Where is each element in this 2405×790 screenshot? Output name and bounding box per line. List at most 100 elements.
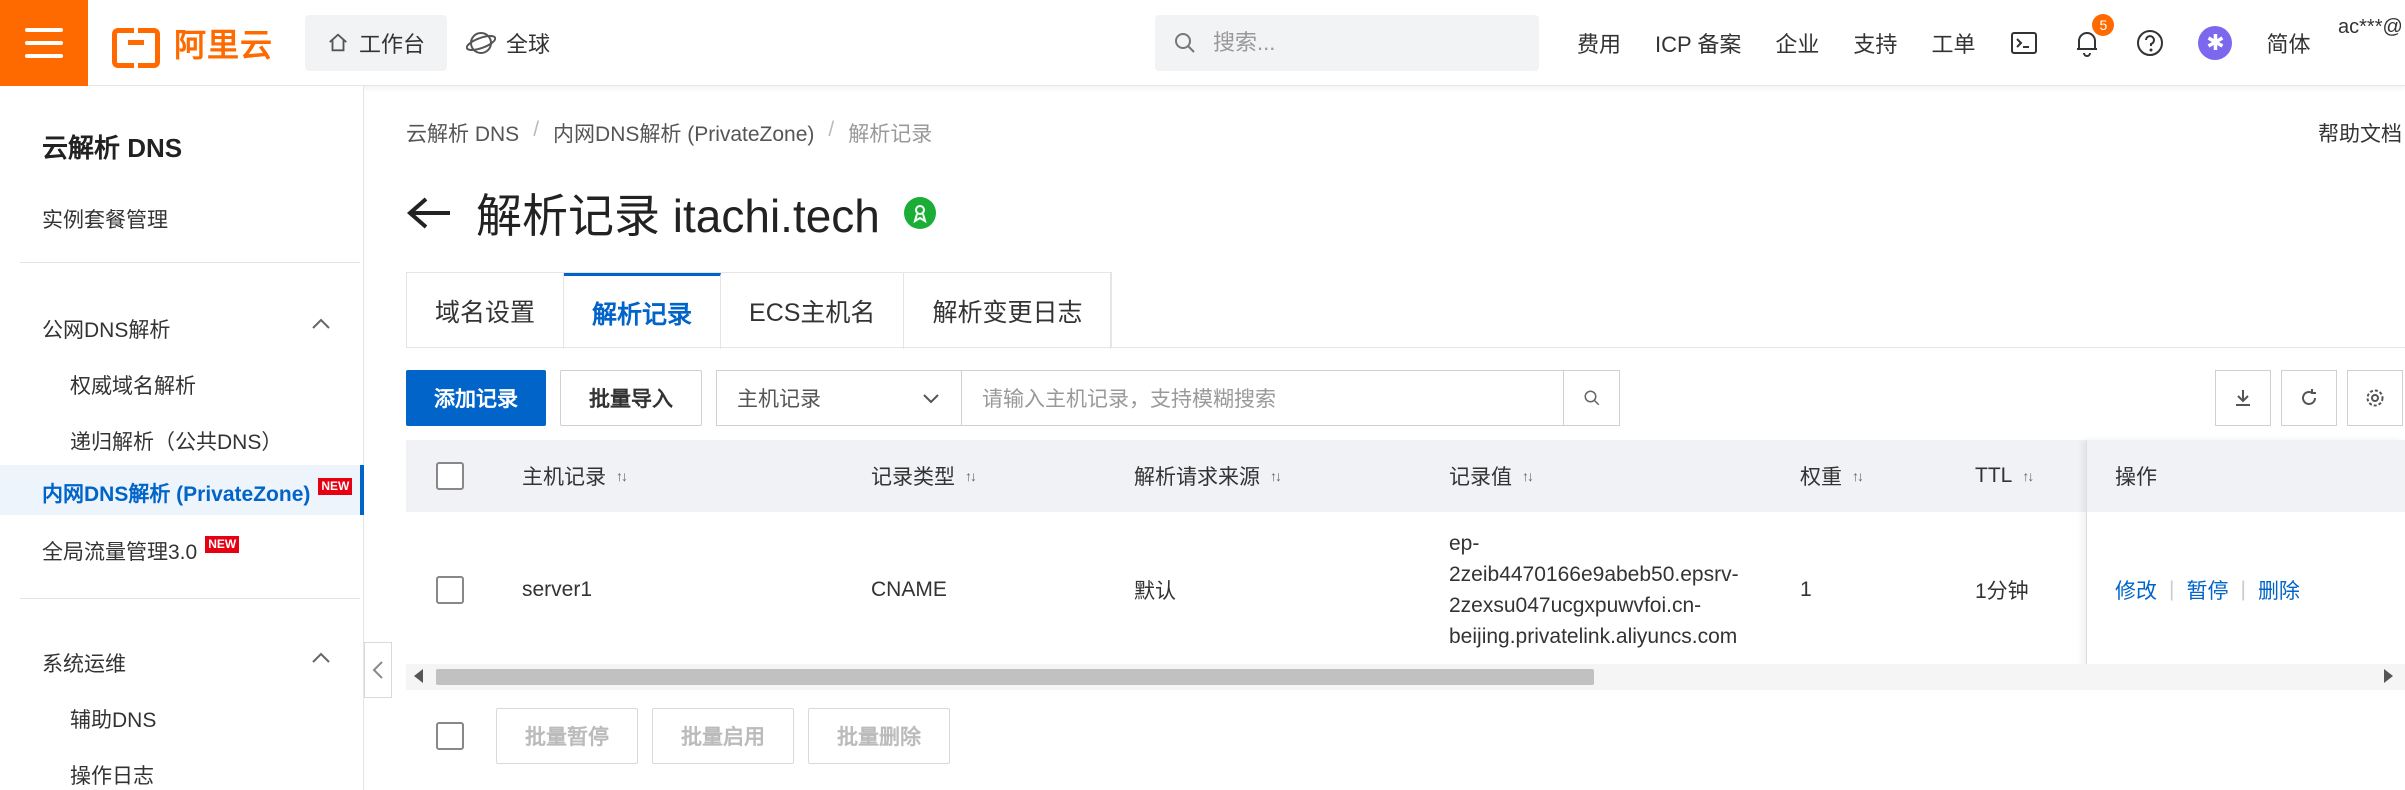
bulk-select-checkbox[interactable] bbox=[436, 722, 464, 750]
top-bar: 阿里云 工作台 全球 费用 ICP 备案 企业 支持 工单 5 ✱ 简体 ac*… bbox=[0, 0, 2405, 86]
tab-ecs-hostname[interactable]: ECS主机名 bbox=[721, 273, 905, 349]
sidebar-collapse-button[interactable] bbox=[364, 642, 392, 698]
account-name[interactable]: ac***@ bbox=[2338, 16, 2403, 39]
terminal-icon[interactable] bbox=[2009, 28, 2039, 58]
download-icon bbox=[2236, 390, 2250, 406]
new-badge: NEW bbox=[205, 536, 240, 553]
nav-fees[interactable]: 费用 bbox=[1577, 27, 1621, 59]
col-ttl[interactable]: TTL ↑↓ bbox=[1975, 440, 2034, 512]
sort-icon: ↑↓ bbox=[1852, 468, 1864, 484]
status-badge-icon bbox=[903, 197, 936, 229]
sidebar-item-authoritative[interactable]: 权威域名解析 bbox=[70, 370, 196, 400]
row-actions: 修改 | 暂停 | 删除 bbox=[2115, 512, 2300, 668]
download-button[interactable] bbox=[2215, 370, 2271, 426]
col-weight[interactable]: 权重 ↑↓ bbox=[1800, 440, 1864, 512]
globe-icon bbox=[466, 32, 496, 54]
notification-badge: 5 bbox=[2092, 14, 2115, 36]
sidebar-divider bbox=[20, 598, 360, 599]
sidebar-group-public-dns[interactable]: 公网DNS解析 bbox=[42, 314, 332, 344]
search-icon bbox=[1584, 390, 1599, 406]
horizontal-scrollbar[interactable] bbox=[406, 664, 2405, 690]
sidebar-item-gtm[interactable]: 全局流量管理3.0 NEW bbox=[42, 536, 240, 566]
scroll-left-arrow-icon[interactable] bbox=[414, 669, 423, 683]
global-search[interactable] bbox=[1155, 15, 1539, 71]
scroll-right-arrow-icon[interactable] bbox=[2384, 669, 2393, 683]
chevron-up-icon bbox=[312, 652, 330, 663]
notification-bell-icon[interactable]: 5 bbox=[2072, 14, 2115, 58]
value-line: 2zexsu047ucgxpuwvfoi.cn- bbox=[1449, 594, 1702, 617]
menu-icon[interactable] bbox=[0, 0, 88, 86]
col-type[interactable]: 记录类型 ↑↓ bbox=[871, 440, 977, 512]
language-switch[interactable]: 简体 bbox=[2266, 27, 2310, 59]
scrollbar-thumb[interactable] bbox=[436, 669, 1594, 685]
search-input[interactable] bbox=[1211, 29, 1511, 57]
region-label: 全球 bbox=[506, 32, 551, 57]
refresh-button[interactable] bbox=[2281, 370, 2337, 426]
search-icon bbox=[1175, 33, 1195, 53]
sort-icon: ↑↓ bbox=[616, 468, 628, 484]
filter-type-select[interactable]: 主机记录 bbox=[716, 370, 962, 426]
col-value[interactable]: 记录值 ↑↓ bbox=[1449, 440, 1534, 512]
pause-link[interactable]: 暂停 bbox=[2186, 575, 2228, 605]
sidebar: 云解析 DNS 实例套餐管理 公网DNS解析 权威域名解析 递归解析（公共DNS… bbox=[0, 86, 364, 790]
tab-records[interactable]: 解析记录 bbox=[564, 273, 722, 349]
filter-type-value: 主机记录 bbox=[737, 388, 821, 411]
select-all-checkbox[interactable] bbox=[436, 462, 464, 490]
gear-icon bbox=[2366, 389, 2384, 407]
bulk-actions-bar: 批量暂停 批量启用 批量删除 bbox=[436, 708, 950, 764]
bulk-pause-button[interactable]: 批量暂停 bbox=[496, 708, 638, 764]
edit-link[interactable]: 修改 bbox=[2115, 575, 2157, 605]
help-circle-icon[interactable] bbox=[2135, 28, 2165, 58]
add-record-button[interactable]: 添加记录 bbox=[406, 370, 546, 426]
cell-value: ep- 2zeib4470166e9abeb50.epsrv- 2zexsu04… bbox=[1449, 512, 1739, 668]
sidebar-item-aux-dns[interactable]: 辅助DNS bbox=[70, 704, 156, 734]
row-checkbox[interactable] bbox=[436, 576, 464, 604]
action-separator: | bbox=[2240, 578, 2246, 601]
filter-input[interactable]: 请输入主机记录，支持模糊搜索 bbox=[962, 370, 1564, 426]
tab-domain-settings[interactable]: 域名设置 bbox=[407, 273, 565, 349]
new-badge: NEW bbox=[318, 478, 353, 495]
sidebar-title: 云解析 DNS bbox=[42, 133, 183, 163]
cell-ttl: 1分钟 bbox=[1975, 580, 2029, 603]
region-selector[interactable]: 全球 bbox=[466, 15, 550, 71]
sidebar-item-privatezone-label[interactable]: 内网DNS解析 (PrivateZone) NEW bbox=[42, 478, 353, 508]
sidebar-item-oplog[interactable]: 操作日志 bbox=[70, 760, 154, 790]
nav-support[interactable]: 支持 bbox=[1853, 27, 1897, 59]
value-line: beijing.privatelink.aliyuncs.com bbox=[1449, 625, 1738, 648]
batch-import-button[interactable]: 批量导入 bbox=[560, 370, 702, 426]
breadcrumb-parent[interactable]: 内网DNS解析 (PrivateZone) bbox=[553, 118, 814, 148]
workbench-button[interactable]: 工作台 bbox=[305, 15, 447, 71]
value-line: ep- bbox=[1449, 532, 1480, 555]
sidebar-group-ops[interactable]: 系统运维 bbox=[42, 648, 332, 678]
delete-link[interactable]: 删除 bbox=[2258, 575, 2300, 605]
sort-icon: ↑↓ bbox=[2022, 468, 2034, 484]
col-source[interactable]: 解析请求来源 ↑↓ bbox=[1134, 440, 1282, 512]
help-docs-link[interactable]: 帮助文档 bbox=[2318, 118, 2402, 148]
operations-column: 操作 修改 | 暂停 | 删除 bbox=[2086, 440, 2405, 668]
sidebar-item-recursive[interactable]: 递归解析（公共DNS） bbox=[70, 426, 282, 456]
home-icon bbox=[329, 33, 347, 52]
settings-button[interactable] bbox=[2347, 370, 2403, 426]
cell-type: CNAME bbox=[871, 578, 947, 601]
filter-search-button[interactable] bbox=[1564, 370, 1620, 426]
nav-enterprise[interactable]: 企业 bbox=[1775, 27, 1819, 59]
tabs-divider bbox=[406, 347, 2405, 348]
nav-ticket[interactable]: 工单 bbox=[1931, 27, 1975, 59]
back-arrow-icon[interactable] bbox=[406, 195, 452, 231]
bulk-enable-button[interactable]: 批量启用 bbox=[652, 708, 794, 764]
bulk-delete-button[interactable]: 批量删除 bbox=[808, 708, 950, 764]
tab-change-log[interactable]: 解析变更日志 bbox=[904, 273, 1112, 349]
breadcrumb-root[interactable]: 云解析 DNS bbox=[406, 118, 519, 148]
cell-weight: 1 bbox=[1800, 578, 1812, 601]
nav-icp[interactable]: ICP 备案 bbox=[1655, 27, 1741, 59]
cell-host: server1 bbox=[522, 578, 593, 601]
col-host[interactable]: 主机记录 ↑↓ bbox=[522, 440, 628, 512]
breadcrumb-separator: / bbox=[828, 118, 835, 141]
sidebar-item-instance[interactable]: 实例套餐管理 bbox=[42, 204, 168, 234]
breadcrumb-current: 解析记录 bbox=[848, 123, 933, 146]
chevron-down-icon bbox=[923, 394, 939, 404]
brand-logo[interactable]: 阿里云 bbox=[112, 20, 273, 68]
chevron-up-icon bbox=[312, 318, 330, 329]
user-avatar[interactable]: ✱ bbox=[2198, 26, 2233, 60]
header-nav: 费用 ICP 备案 企业 支持 工单 5 ✱ 简体 bbox=[1577, 0, 2344, 86]
